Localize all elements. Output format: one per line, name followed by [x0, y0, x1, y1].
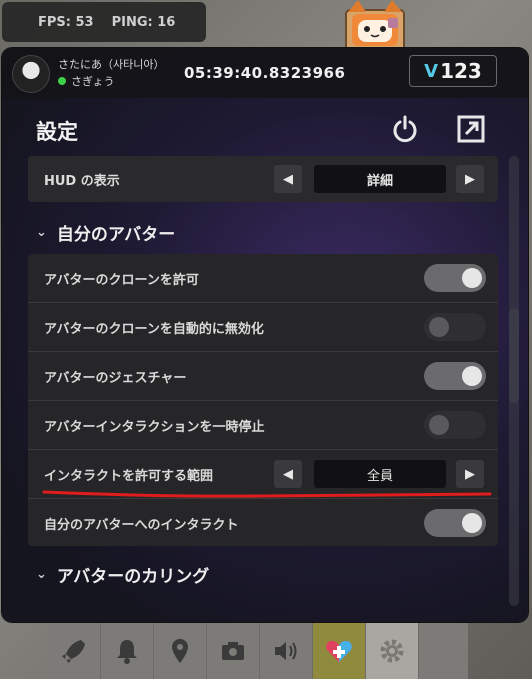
- hud-display-value: 詳細: [314, 165, 446, 193]
- range-prev-button[interactable]: ◀: [274, 460, 302, 488]
- chevron-down-icon: ⌄: [36, 225, 47, 240]
- avatar[interactable]: [12, 55, 50, 93]
- toggle-avatar-gestures[interactable]: [424, 362, 486, 390]
- interaction-range-value: 全員: [314, 460, 446, 488]
- annotation-underline: [42, 490, 492, 498]
- toggle-auto-disable-clone[interactable]: [424, 313, 486, 341]
- launch-button[interactable]: [48, 623, 101, 679]
- currency-amount: 123: [440, 59, 482, 83]
- hud-display-label: HUD の表示: [44, 173, 120, 189]
- performance-hud: FPS: 53 PING: 16: [2, 2, 206, 42]
- currency-icon: V: [424, 60, 439, 82]
- option-avatar-gestures: アバターのジェスチャー: [28, 352, 498, 401]
- gear-icon: [380, 639, 404, 663]
- chevron-right-icon: ▶: [465, 466, 475, 482]
- page-title: 設定: [36, 120, 78, 144]
- fps-readout: FPS: 53: [38, 14, 94, 30]
- bell-icon: [117, 640, 137, 664]
- toggle-knob: [429, 317, 449, 337]
- range-next-button[interactable]: ▶: [456, 460, 484, 488]
- panel-header: さたにあ（사타니아） さぎょう 05:39:40.8323966 V 123: [2, 48, 528, 98]
- option-label: アバターのジェスチャー: [44, 370, 187, 386]
- volume-icon: [275, 642, 297, 660]
- notifications-button[interactable]: [101, 623, 154, 679]
- avatar-settings-card: アバターのクローンを許可 アバターのクローンを自動的に無効化 アバターのジェスチ…: [28, 254, 498, 546]
- hud-display-row: HUD の表示 ◀ 詳細 ▶: [28, 156, 498, 202]
- section-my-avatar-label: 自分のアバター: [56, 225, 176, 245]
- section-avatar-culling[interactable]: ⌄ アバターのカリング: [36, 562, 209, 587]
- username: さたにあ（사타니아）: [58, 58, 165, 71]
- option-label: アバターインタラクションを一時停止: [44, 419, 265, 435]
- expand-icon[interactable]: [456, 114, 486, 144]
- option-auto-disable-clone: アバターのクローンを自動的に無効化: [28, 303, 498, 352]
- heart-plus-icon: [326, 640, 352, 662]
- toggle-knob: [462, 366, 482, 386]
- settings-button[interactable]: [366, 623, 419, 679]
- map-pin-icon: [172, 639, 188, 663]
- settings-panel: さたにあ（사타니아） さぎょう 05:39:40.8323966 V 123 設…: [2, 48, 528, 622]
- camera-button[interactable]: [207, 623, 260, 679]
- toggle-knob: [429, 415, 449, 435]
- option-pause-interaction: アバターインタラクションを一時停止: [28, 401, 498, 450]
- toggle-self-interact[interactable]: [424, 509, 486, 537]
- status-label: さぎょう: [71, 75, 115, 88]
- user-status[interactable]: さぎょう: [58, 73, 114, 89]
- toggle-knob: [462, 268, 482, 288]
- chevron-left-icon: ◀: [283, 171, 293, 187]
- rocket-icon: [62, 640, 85, 663]
- option-allow-avatar-clone: アバターのクローンを許可: [28, 254, 498, 303]
- toggle-allow-avatar-clone[interactable]: [424, 264, 486, 292]
- option-self-interact: 自分のアバターへのインタラクト: [28, 499, 498, 548]
- clock: 05:39:40.8323966: [184, 64, 346, 82]
- scrollbar-thumb[interactable]: [509, 308, 519, 403]
- power-icon[interactable]: [390, 114, 420, 144]
- chevron-down-icon: ⌄: [36, 567, 47, 582]
- hud-prev-button[interactable]: ◀: [274, 165, 302, 193]
- quick-menu-dock: [48, 623, 468, 679]
- camera-icon: [222, 642, 244, 660]
- toggle-pause-interaction[interactable]: [424, 411, 486, 439]
- online-status-icon: [58, 77, 66, 85]
- toggle-knob: [462, 513, 482, 533]
- chevron-left-icon: ◀: [283, 466, 293, 482]
- hud-next-button[interactable]: ▶: [456, 165, 484, 193]
- option-label: 自分のアバターへのインタラクト: [44, 518, 239, 533]
- favorites-button[interactable]: [313, 623, 366, 679]
- section-my-avatar[interactable]: ⌄ 自分のアバター: [36, 220, 175, 245]
- location-button[interactable]: [154, 623, 207, 679]
- option-label: アバターのクローンを自動的に無効化: [44, 321, 264, 337]
- section-avatar-culling-label: アバターのカリング: [56, 567, 210, 587]
- chevron-right-icon: ▶: [465, 171, 475, 187]
- currency-balance[interactable]: V 123: [409, 55, 497, 87]
- ping-readout: PING: 16: [111, 14, 176, 30]
- option-label: アバターのクローンを許可: [44, 272, 199, 288]
- audio-button[interactable]: [260, 623, 313, 679]
